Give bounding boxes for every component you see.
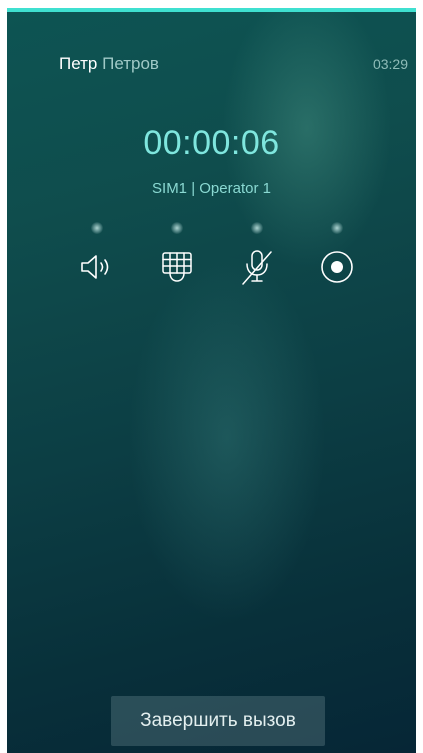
call-controls xyxy=(7,218,416,298)
sim-operator-info: SIM1 | Operator 1 xyxy=(152,180,271,197)
call-screen: Петр Петров 03:29 00:00:06 SIM1 | Operat… xyxy=(7,8,416,753)
record-icon xyxy=(321,251,353,283)
accent-bar xyxy=(7,8,416,12)
record-button[interactable] xyxy=(309,218,365,298)
record-indicator xyxy=(331,222,343,234)
mute-button[interactable] xyxy=(229,218,285,298)
status-clock: 03:29 xyxy=(372,56,408,72)
header: Петр Петров 03:29 xyxy=(7,52,416,82)
caller-first-name: Петр xyxy=(59,54,98,73)
keypad-icon xyxy=(162,252,192,282)
speaker-indicator xyxy=(91,222,103,234)
mute-microphone-icon xyxy=(242,250,272,285)
speaker-icon xyxy=(81,255,109,279)
call-duration: 00:00:06 xyxy=(143,124,280,162)
end-call-button[interactable]: Завершить вызов xyxy=(111,696,325,746)
caller-name: Петр Петров xyxy=(59,52,159,76)
mute-indicator xyxy=(251,222,263,234)
caller-last-name: Петров xyxy=(102,54,159,73)
speaker-button[interactable] xyxy=(69,218,125,298)
keypad-button[interactable] xyxy=(149,218,205,298)
keypad-indicator xyxy=(171,222,183,234)
